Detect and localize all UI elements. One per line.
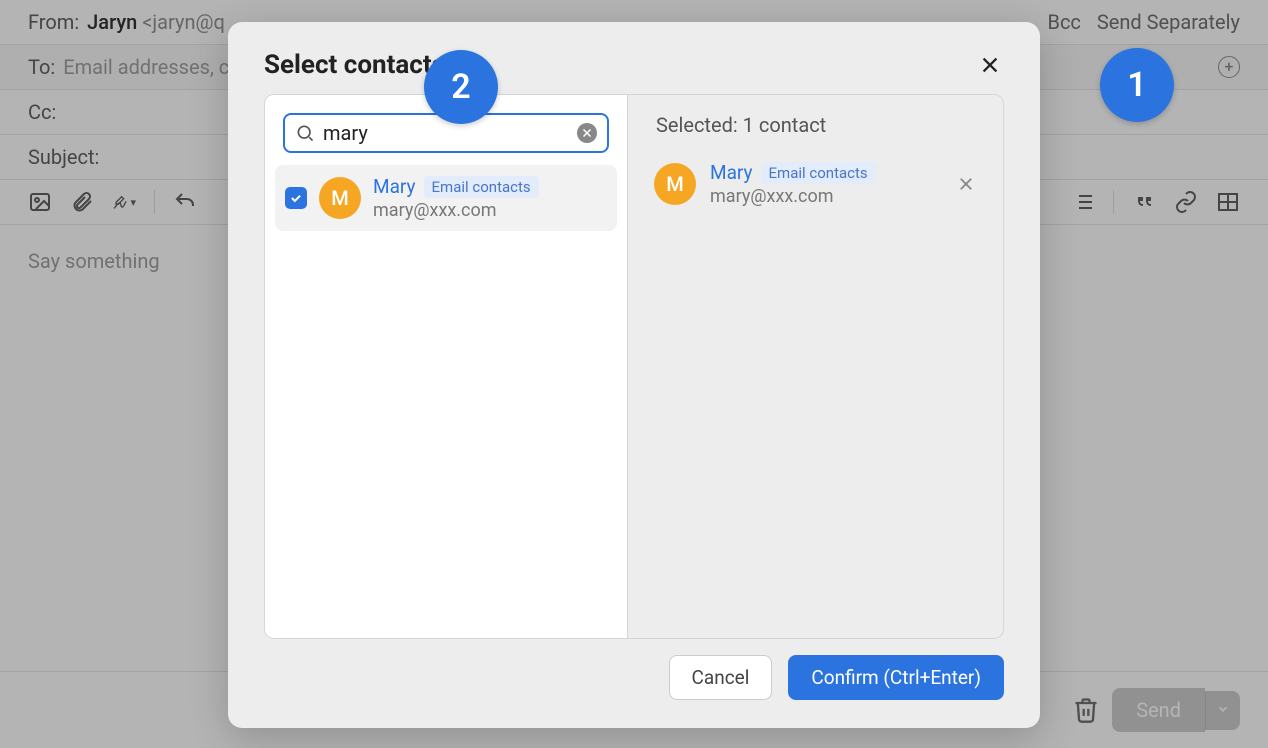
annotation-badge-2: 2 [424,50,498,124]
contact-name: Mary [373,175,416,198]
selected-contact: M Mary Email contacts mary@xxx.com [650,155,981,213]
remove-contact-icon[interactable] [955,173,977,195]
search-pane: M Mary Email contacts mary@xxx.com [265,95,628,638]
modal-footer: Cancel Confirm (Ctrl+Enter) [228,655,1040,728]
contact-result[interactable]: M Mary Email contacts mary@xxx.com [275,165,617,231]
close-icon[interactable] [976,51,1004,79]
contact-checkbox[interactable] [285,187,307,209]
contact-email: mary@xxx.com [373,200,539,221]
avatar: M [319,177,361,219]
modal-body: M Mary Email contacts mary@xxx.com Selec… [264,94,1004,639]
search-icon [295,123,315,143]
contact-info: Mary Email contacts mary@xxx.com [710,161,876,207]
search-results: M Mary Email contacts mary@xxx.com [265,161,627,245]
selected-count: Selected: 1 contact [656,113,981,137]
selected-pane: Selected: 1 contact M Mary Email contact… [628,95,1003,638]
contact-info: Mary Email contacts mary@xxx.com [373,175,539,221]
contact-name: Mary [710,161,753,184]
contact-tag: Email contacts [424,176,539,198]
contact-tag: Email contacts [761,162,876,184]
confirm-button[interactable]: Confirm (Ctrl+Enter) [788,655,1004,700]
contact-email: mary@xxx.com [710,186,876,207]
clear-search-icon[interactable] [577,123,597,143]
search-input[interactable] [323,121,577,145]
modal-header: Select contacts [228,22,1040,94]
modal-title: Select contacts [264,50,445,80]
cancel-button[interactable]: Cancel [669,655,773,700]
annotation-badge-1: 1 [1100,48,1174,122]
avatar: M [654,163,696,205]
select-contacts-modal: Select contacts M [228,22,1040,728]
